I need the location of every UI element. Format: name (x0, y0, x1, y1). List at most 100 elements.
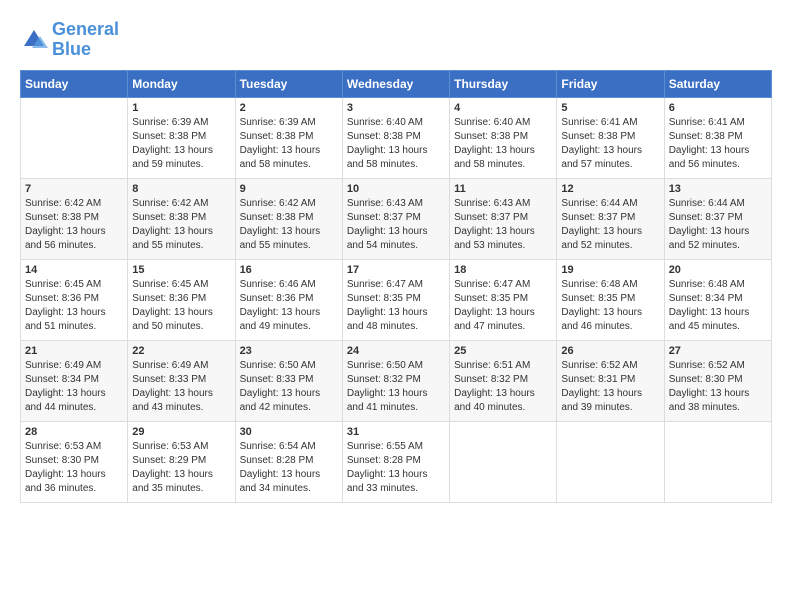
week-row-4: 21 Sunrise: 6:49 AMSunset: 8:34 PMDayligh… (21, 340, 772, 421)
day-number: 23 (240, 345, 338, 357)
day-number: 12 (561, 183, 659, 195)
day-number: 25 (454, 345, 552, 357)
day-number: 24 (347, 345, 445, 357)
day-cell (450, 421, 557, 502)
day-cell: 17 Sunrise: 6:47 AMSunset: 8:35 PMDayligh… (342, 259, 449, 340)
day-info: Sunrise: 6:47 AMSunset: 8:35 PMDaylight:… (454, 278, 552, 334)
week-row-1: 1 Sunrise: 6:39 AMSunset: 8:38 PMDaylight… (21, 97, 772, 178)
day-cell: 9 Sunrise: 6:42 AMSunset: 8:38 PMDaylight… (235, 178, 342, 259)
day-number: 28 (25, 426, 123, 438)
day-cell: 25 Sunrise: 6:51 AMSunset: 8:32 PMDayligh… (450, 340, 557, 421)
day-info: Sunrise: 6:52 AMSunset: 8:31 PMDaylight:… (561, 359, 659, 415)
day-cell (21, 97, 128, 178)
day-number: 6 (669, 102, 767, 114)
day-cell: 22 Sunrise: 6:49 AMSunset: 8:33 PMDayligh… (128, 340, 235, 421)
day-number: 30 (240, 426, 338, 438)
day-info: Sunrise: 6:39 AMSunset: 8:38 PMDaylight:… (132, 116, 230, 172)
day-info: Sunrise: 6:49 AMSunset: 8:34 PMDaylight:… (25, 359, 123, 415)
day-number: 13 (669, 183, 767, 195)
calendar-table: SundayMondayTuesdayWednesdayThursdayFrid… (20, 70, 772, 503)
day-number: 26 (561, 345, 659, 357)
day-info: Sunrise: 6:40 AMSunset: 8:38 PMDaylight:… (347, 116, 445, 172)
day-info: Sunrise: 6:42 AMSunset: 8:38 PMDaylight:… (240, 197, 338, 253)
week-row-5: 28 Sunrise: 6:53 AMSunset: 8:30 PMDayligh… (21, 421, 772, 502)
day-number: 7 (25, 183, 123, 195)
day-cell: 29 Sunrise: 6:53 AMSunset: 8:29 PMDayligh… (128, 421, 235, 502)
day-number: 4 (454, 102, 552, 114)
day-cell: 14Sunrise: 6:45 AMSunset: 8:36 PMDayligh… (21, 259, 128, 340)
day-info: Sunrise: 6:39 AMSunset: 8:38 PMDaylight:… (240, 116, 338, 172)
day-number: 31 (347, 426, 445, 438)
day-cell: 10 Sunrise: 6:43 AMSunset: 8:37 PMDayligh… (342, 178, 449, 259)
day-info: Sunrise: 6:45 AMSunset: 8:36 PMDaylight:… (25, 278, 123, 334)
day-info: Sunrise: 6:50 AMSunset: 8:33 PMDaylight:… (240, 359, 338, 415)
calendar-body: 1 Sunrise: 6:39 AMSunset: 8:38 PMDaylight… (21, 97, 772, 502)
day-info: Sunrise: 6:41 AMSunset: 8:38 PMDaylight:… (561, 116, 659, 172)
day-number: 2 (240, 102, 338, 114)
day-info: Sunrise: 6:42 AMSunset: 8:38 PMDaylight:… (25, 197, 123, 253)
day-number: 20 (669, 264, 767, 276)
day-number: 21 (25, 345, 123, 357)
day-info: Sunrise: 6:45 AMSunset: 8:36 PMDaylight:… (132, 278, 230, 334)
day-number: 1 (132, 102, 230, 114)
day-number: 16 (240, 264, 338, 276)
logo: General Blue (20, 20, 119, 60)
day-cell: 31 Sunrise: 6:55 AMSunset: 8:28 PMDayligh… (342, 421, 449, 502)
day-cell: 6 Sunrise: 6:41 AMSunset: 8:38 PMDaylight… (664, 97, 771, 178)
header-cell-monday: Monday (128, 70, 235, 97)
logo-icon (20, 26, 48, 54)
day-info: Sunrise: 6:40 AMSunset: 8:38 PMDaylight:… (454, 116, 552, 172)
day-cell: 2 Sunrise: 6:39 AMSunset: 8:38 PMDaylight… (235, 97, 342, 178)
header-cell-wednesday: Wednesday (342, 70, 449, 97)
day-cell: 30Sunrise: 6:54 AMSunset: 8:28 PMDayligh… (235, 421, 342, 502)
day-info: Sunrise: 6:53 AMSunset: 8:29 PMDaylight:… (132, 440, 230, 496)
day-info: Sunrise: 6:46 AMSunset: 8:36 PMDaylight:… (240, 278, 338, 334)
day-info: Sunrise: 6:44 AMSunset: 8:37 PMDaylight:… (561, 197, 659, 253)
day-cell: 5 Sunrise: 6:41 AMSunset: 8:38 PMDaylight… (557, 97, 664, 178)
day-info: Sunrise: 6:55 AMSunset: 8:28 PMDaylight:… (347, 440, 445, 496)
day-number: 19 (561, 264, 659, 276)
day-number: 29 (132, 426, 230, 438)
day-info: Sunrise: 6:52 AMSunset: 8:30 PMDaylight:… (669, 359, 767, 415)
day-info: Sunrise: 6:48 AMSunset: 8:34 PMDaylight:… (669, 278, 767, 334)
day-cell: 15Sunrise: 6:45 AMSunset: 8:36 PMDayligh… (128, 259, 235, 340)
day-info: Sunrise: 6:43 AMSunset: 8:37 PMDaylight:… (347, 197, 445, 253)
day-cell: 13 Sunrise: 6:44 AMSunset: 8:37 PMDayligh… (664, 178, 771, 259)
day-info: Sunrise: 6:51 AMSunset: 8:32 PMDaylight:… (454, 359, 552, 415)
day-info: Sunrise: 6:50 AMSunset: 8:32 PMDaylight:… (347, 359, 445, 415)
day-cell: 12 Sunrise: 6:44 AMSunset: 8:37 PMDayligh… (557, 178, 664, 259)
logo-text: General Blue (52, 20, 119, 60)
day-cell: 1 Sunrise: 6:39 AMSunset: 8:38 PMDaylight… (128, 97, 235, 178)
day-number: 27 (669, 345, 767, 357)
day-info: Sunrise: 6:47 AMSunset: 8:35 PMDaylight:… (347, 278, 445, 334)
day-cell: 20 Sunrise: 6:48 AMSunset: 8:34 PMDayligh… (664, 259, 771, 340)
day-number: 3 (347, 102, 445, 114)
day-info: Sunrise: 6:43 AMSunset: 8:37 PMDaylight:… (454, 197, 552, 253)
day-number: 11 (454, 183, 552, 195)
day-cell: 18Sunrise: 6:47 AMSunset: 8:35 PMDayligh… (450, 259, 557, 340)
header-cell-saturday: Saturday (664, 70, 771, 97)
day-number: 9 (240, 183, 338, 195)
day-cell: 3 Sunrise: 6:40 AMSunset: 8:38 PMDaylight… (342, 97, 449, 178)
day-number: 10 (347, 183, 445, 195)
week-row-2: 7 Sunrise: 6:42 AMSunset: 8:38 PMDaylight… (21, 178, 772, 259)
day-cell: 26 Sunrise: 6:52 AMSunset: 8:31 PMDayligh… (557, 340, 664, 421)
day-number: 22 (132, 345, 230, 357)
header-cell-sunday: Sunday (21, 70, 128, 97)
day-number: 5 (561, 102, 659, 114)
day-number: 17 (347, 264, 445, 276)
day-cell: 19 Sunrise: 6:48 AMSunset: 8:35 PMDayligh… (557, 259, 664, 340)
day-info: Sunrise: 6:49 AMSunset: 8:33 PMDaylight:… (132, 359, 230, 415)
day-info: Sunrise: 6:41 AMSunset: 8:38 PMDaylight:… (669, 116, 767, 172)
day-cell: 28 Sunrise: 6:53 AMSunset: 8:30 PMDayligh… (21, 421, 128, 502)
day-cell: 16 Sunrise: 6:46 AMSunset: 8:36 PMDayligh… (235, 259, 342, 340)
day-cell: 27 Sunrise: 6:52 AMSunset: 8:30 PMDayligh… (664, 340, 771, 421)
day-number: 8 (132, 183, 230, 195)
header-row: SundayMondayTuesdayWednesdayThursdayFrid… (21, 70, 772, 97)
day-info: Sunrise: 6:53 AMSunset: 8:30 PMDaylight:… (25, 440, 123, 496)
day-info: Sunrise: 6:48 AMSunset: 8:35 PMDaylight:… (561, 278, 659, 334)
day-cell (557, 421, 664, 502)
day-cell: 11 Sunrise: 6:43 AMSunset: 8:37 PMDayligh… (450, 178, 557, 259)
header-cell-tuesday: Tuesday (235, 70, 342, 97)
day-info: Sunrise: 6:44 AMSunset: 8:37 PMDaylight:… (669, 197, 767, 253)
